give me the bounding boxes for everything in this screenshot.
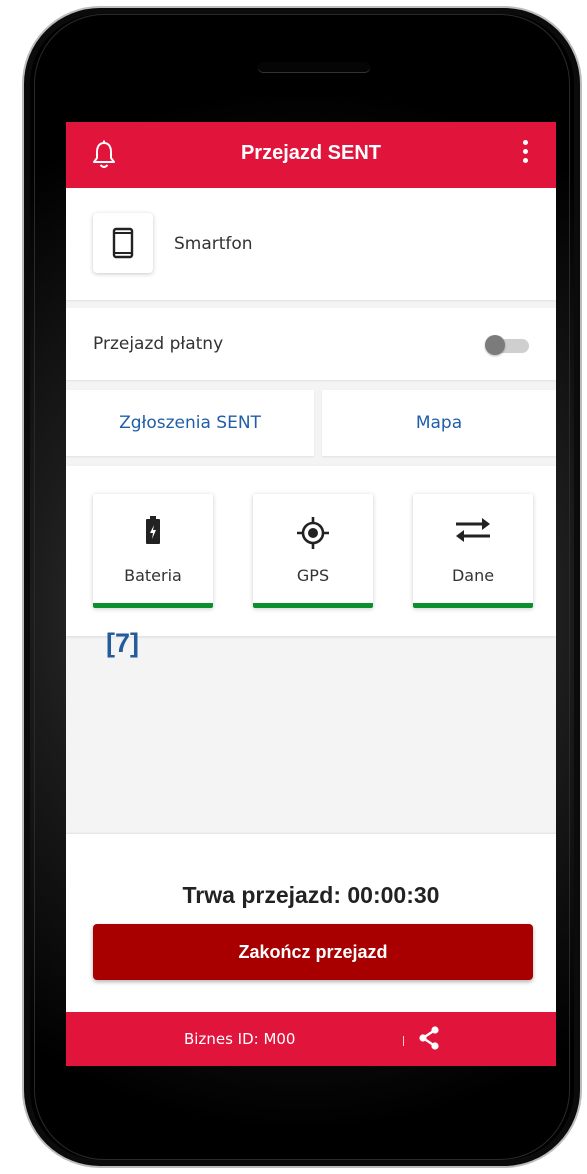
paid-trip-toggle[interactable] bbox=[485, 333, 533, 355]
status-panel: Bateria GPS Dane bbox=[66, 466, 556, 636]
app-screen: Przejazd SENT Smartfon Przejazd płatny Z… bbox=[66, 122, 556, 1066]
gps-fixed-icon bbox=[297, 517, 329, 549]
device-label: Smartfon bbox=[174, 234, 253, 254]
device-button[interactable] bbox=[93, 213, 153, 273]
status-bar-gps bbox=[253, 603, 373, 608]
tile-label: Dane bbox=[451, 566, 495, 585]
battery-charging-icon bbox=[146, 516, 160, 544]
smartphone-icon bbox=[112, 227, 134, 259]
trip-timer: Trwa przejazd: 00:00:30 bbox=[182, 882, 440, 908]
reference-label: [7] bbox=[106, 628, 139, 658]
status-tile-battery[interactable]: Bateria bbox=[93, 494, 213, 608]
footer-bar: Biznes ID: M00 bbox=[66, 1012, 556, 1066]
status-tile-gps[interactable]: GPS bbox=[253, 494, 373, 608]
paid-trip-label: Przejazd płatny bbox=[93, 334, 224, 354]
share-icon[interactable] bbox=[418, 1026, 440, 1050]
app-bar: Przejazd SENT bbox=[66, 122, 556, 188]
tile-label: GPS bbox=[296, 566, 330, 585]
toggle-thumb bbox=[485, 335, 505, 355]
tile-label: Bateria bbox=[124, 566, 182, 585]
trip-panel: Trwa przejazd: 00:00:30 Zakończ przejazd bbox=[66, 834, 556, 1012]
device-card: Smartfon bbox=[66, 188, 556, 300]
business-id: Biznes ID: M00 bbox=[184, 1030, 296, 1048]
status-bar-battery bbox=[93, 603, 213, 608]
tab-zgloszenia-sent[interactable]: Zgłoszenia SENT bbox=[66, 390, 314, 456]
footer-divider bbox=[403, 1036, 404, 1046]
paid-trip-card: Przejazd płatny bbox=[66, 308, 556, 380]
end-trip-button[interactable]: Zakończ przejazd bbox=[93, 924, 533, 980]
phone-speaker bbox=[258, 62, 370, 72]
page-title: Przejazd SENT bbox=[240, 142, 382, 164]
swap-horiz-icon bbox=[456, 518, 490, 542]
more-vert-icon[interactable] bbox=[520, 140, 530, 170]
tab-mapa[interactable]: Mapa bbox=[322, 390, 556, 456]
status-tile-data[interactable]: Dane bbox=[413, 494, 533, 608]
status-bar-data bbox=[413, 603, 533, 608]
